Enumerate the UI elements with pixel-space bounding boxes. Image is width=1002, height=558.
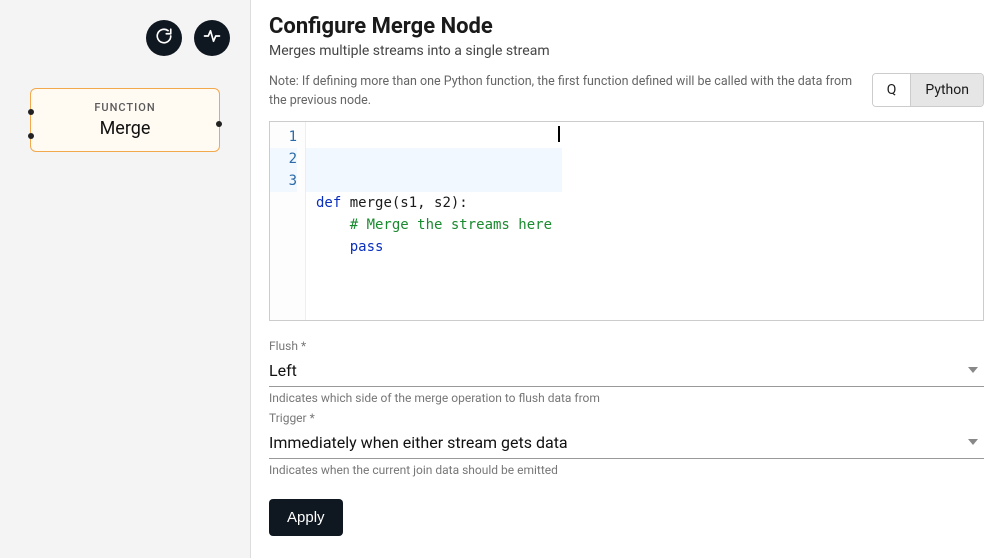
node-type-label: FUNCTION — [39, 101, 211, 114]
flush-label: Flush * — [269, 339, 984, 353]
input-port-1[interactable] — [28, 109, 34, 115]
editor-cursor — [558, 126, 560, 142]
activity-button[interactable] — [194, 20, 230, 56]
config-panel: Configure Merge Node Merges multiple str… — [250, 0, 1002, 558]
language-option-q[interactable]: Q — [873, 74, 912, 106]
editor-gutter: 1 2 3 — [270, 122, 306, 320]
panel-title: Configure Merge Node — [269, 14, 984, 39]
trigger-field: Trigger * Immediately when either stream… — [269, 411, 984, 477]
flush-field: Flush * Left Indicates which side of the… — [269, 339, 984, 405]
language-toggle: Q Python — [872, 73, 984, 107]
input-port-2[interactable] — [28, 133, 34, 139]
output-port[interactable] — [216, 121, 222, 127]
flush-value: Left — [269, 361, 297, 380]
language-option-python[interactable]: Python — [911, 74, 983, 106]
apply-button[interactable]: Apply — [269, 499, 343, 536]
code-editor[interactable]: 1 2 3 def merge(s1, s2): # Merge the str… — [269, 121, 984, 321]
flush-select[interactable]: Left — [269, 357, 984, 387]
editor-code[interactable]: def merge(s1, s2): # Merge the streams h… — [306, 122, 562, 320]
trigger-select[interactable]: Immediately when either stream gets data — [269, 429, 984, 459]
canvas-pane: FUNCTION Merge — [0, 0, 250, 558]
panel-note: Note: If defining more than one Python f… — [269, 73, 860, 111]
trigger-label: Trigger * — [269, 411, 984, 425]
activity-icon — [203, 27, 221, 49]
chevron-down-icon — [968, 367, 978, 373]
trigger-help: Indicates when the current join data sho… — [269, 463, 984, 477]
trigger-value: Immediately when either stream gets data — [269, 433, 568, 452]
flush-help: Indicates which side of the merge operat… — [269, 391, 984, 405]
refresh-button[interactable] — [146, 20, 182, 56]
merge-node[interactable]: FUNCTION Merge — [30, 88, 220, 152]
node-name: Merge — [39, 118, 211, 139]
refresh-icon — [155, 27, 173, 49]
chevron-down-icon — [968, 439, 978, 445]
panel-subtitle: Merges multiple streams into a single st… — [269, 43, 984, 59]
